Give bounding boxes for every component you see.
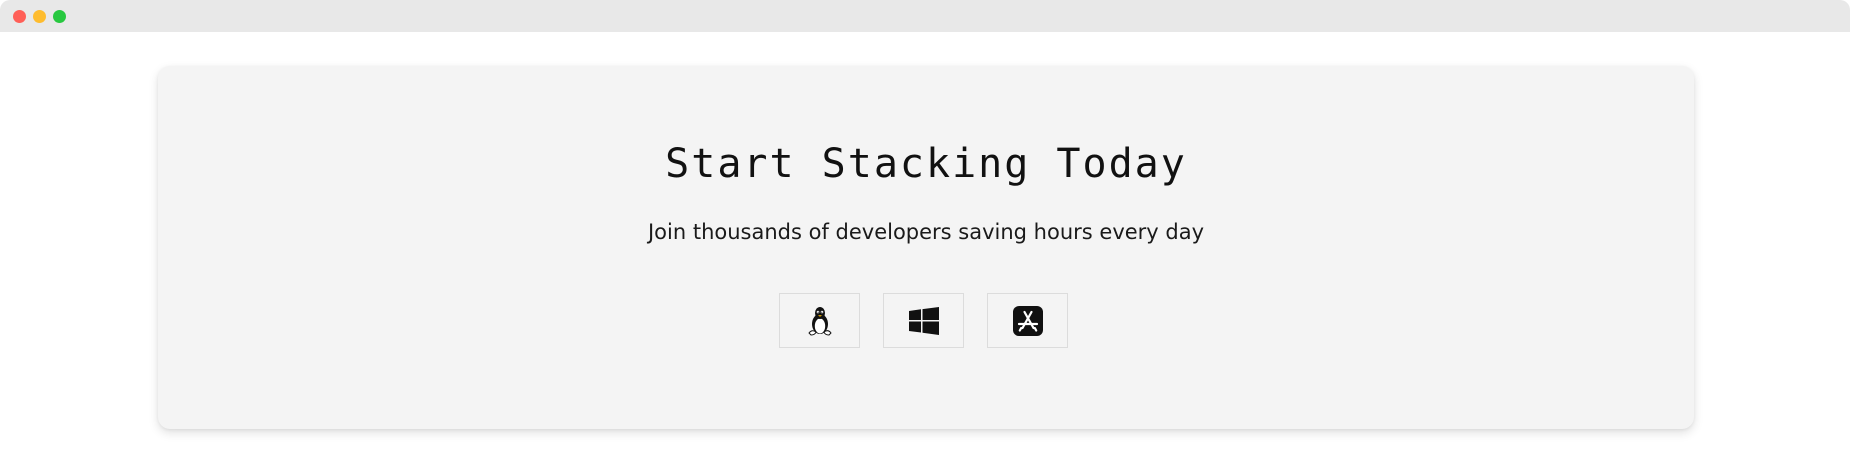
window-close-button[interactable] — [13, 10, 26, 23]
window-titlebar — [0, 0, 1850, 32]
download-app-store-button[interactable] — [987, 293, 1068, 348]
window-zoom-button[interactable] — [53, 10, 66, 23]
windows-logo-icon — [908, 306, 939, 335]
download-windows-button[interactable] — [883, 293, 964, 348]
cta-subtitle: Join thousands of developers saving hour… — [647, 220, 1205, 244]
cta-title: Start Stacking Today — [665, 141, 1187, 187]
download-buttons — [779, 293, 1068, 348]
download-linux-button[interactable] — [779, 293, 860, 348]
browser-window: Start Stacking Today Join thousands of d… — [0, 0, 1850, 464]
cta-card: Start Stacking Today Join thousands of d… — [158, 66, 1694, 429]
app-store-icon — [1012, 305, 1043, 336]
linux-tux-icon — [807, 306, 832, 336]
window-minimize-button[interactable] — [33, 10, 46, 23]
